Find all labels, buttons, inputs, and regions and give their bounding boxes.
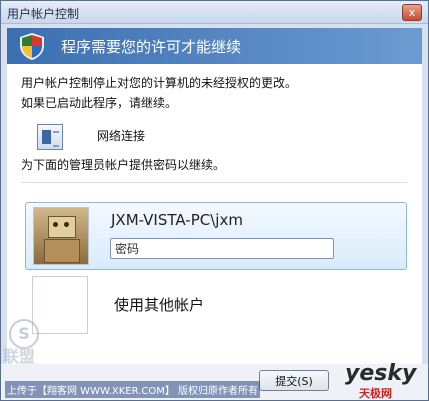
shield-icon (20, 33, 44, 60)
watermark-text: 上传于【翔客网 WWW.XKER.COM】 版权归原作者所有 (5, 381, 261, 398)
title-bar: 用户帐户控制 x (1, 1, 428, 24)
account-tile-other[interactable]: 使用其他帐户 (25, 276, 407, 336)
logo-text: yesky (345, 361, 417, 386)
robot-avatar-icon (33, 207, 89, 265)
password-input[interactable] (110, 238, 334, 259)
close-icon: x (408, 6, 416, 19)
submit-button[interactable]: 提交(S) (259, 370, 329, 391)
uac-dialog: 用户帐户控制 x 程序需要您的许可才能继续 用户帐户控制停止对您的计算机的未经授… (0, 0, 429, 401)
use-other-account-label: 使用其他帐户 (114, 296, 205, 314)
instruction-text: 为下面的管理员帐户提供密码以继续。 (21, 158, 226, 172)
program-name: 网络连接 (97, 129, 146, 143)
account-tile-jxm[interactable]: JXM-VISTA-PC\jxm (25, 202, 407, 270)
network-connections-icon (37, 124, 63, 150)
union-watermark-stamp: S 联盟 (3, 319, 67, 375)
logo-subtext: 天极网 (359, 387, 392, 400)
banner-text: 程序需要您的许可才能继续 (61, 38, 242, 56)
stamp-text: 联盟 (3, 347, 36, 366)
message-line-1: 用户帐户控制停止对您的计算机的未经授权的更改。 (21, 76, 298, 90)
account-name: JXM-VISTA-PC\jxm (111, 211, 243, 229)
window-title: 用户帐户控制 (7, 7, 80, 21)
message-line-2: 如果已启动此程序，请继续。 (21, 96, 178, 110)
uac-banner: 程序需要您的许可才能继续 (7, 28, 422, 64)
close-button[interactable]: x (402, 4, 422, 21)
divider (21, 182, 407, 183)
dialog-content: 用户帐户控制停止对您的计算机的未经授权的更改。 如果已启动此程序，请继续。 网络… (7, 64, 422, 364)
yesky-logo: yesky 天极网 (345, 361, 417, 400)
